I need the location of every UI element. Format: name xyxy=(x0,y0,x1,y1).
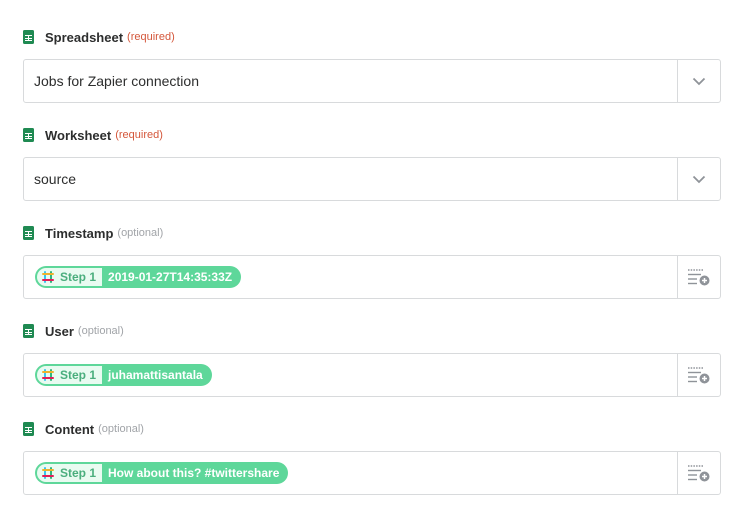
pill-step: Step 1 xyxy=(37,464,103,482)
insert-data-icon xyxy=(688,465,710,482)
insert-data-button[interactable] xyxy=(677,256,720,298)
field-label-row: Content (optional) xyxy=(23,420,721,438)
insert-data-button[interactable] xyxy=(677,452,720,494)
step-label: Step 1 xyxy=(60,270,97,284)
required-tag: (required) xyxy=(127,31,175,43)
insert-data-button[interactable] xyxy=(677,354,720,396)
slack-icon xyxy=(42,369,54,381)
field-user: User (optional) Step 1 juhamattisantala xyxy=(23,322,721,397)
chevron-down-icon xyxy=(692,175,706,183)
pill-step: Step 1 xyxy=(37,366,103,384)
optional-tag: (optional) xyxy=(98,423,144,435)
step-label: Step 1 xyxy=(60,368,97,382)
google-sheets-icon xyxy=(23,324,34,338)
pill-value: How about this? #twittershare xyxy=(108,466,280,480)
field-label-row: User (optional) xyxy=(23,322,721,340)
field-label-row: Spreadsheet (required) xyxy=(23,28,721,46)
mapped-value-pill[interactable]: Step 1 juhamattisantala xyxy=(35,364,212,386)
field-label: User xyxy=(45,323,74,339)
worksheet-select[interactable]: source xyxy=(23,157,721,201)
required-tag: (required) xyxy=(115,129,163,141)
field-label-row: Worksheet (required) xyxy=(23,126,721,144)
step-label: Step 1 xyxy=(60,466,97,480)
slack-icon xyxy=(42,271,54,283)
field-label: Timestamp xyxy=(45,225,114,241)
field-label: Worksheet xyxy=(45,127,112,143)
pill-step: Step 1 xyxy=(37,268,103,286)
field-content: Content (optional) Step 1 How about this… xyxy=(23,420,721,495)
field-label: Spreadsheet xyxy=(45,29,124,45)
pill-value: 2019-01-27T14:35:33Z xyxy=(108,270,233,284)
insert-data-icon xyxy=(688,367,710,384)
field-spreadsheet: Spreadsheet (required) Jobs for Zapier c… xyxy=(23,28,721,103)
select-value: Jobs for Zapier connection xyxy=(34,73,199,89)
user-input[interactable]: Step 1 juhamattisantala xyxy=(23,353,721,397)
dropdown-toggle-button[interactable] xyxy=(677,158,720,200)
pill-value: juhamattisantala xyxy=(108,368,203,382)
google-sheets-icon xyxy=(23,226,34,240)
field-worksheet: Worksheet (required) source xyxy=(23,126,721,201)
content-input[interactable]: Step 1 How about this? #twittershare xyxy=(23,451,721,495)
google-sheets-icon xyxy=(23,128,34,142)
google-sheets-icon xyxy=(23,30,34,44)
mapped-value-pill[interactable]: Step 1 How about this? #twittershare xyxy=(35,462,289,484)
slack-icon xyxy=(42,467,54,479)
mapped-value-pill[interactable]: Step 1 2019-01-27T14:35:33Z xyxy=(35,266,242,288)
insert-data-icon xyxy=(688,269,710,286)
spreadsheet-select[interactable]: Jobs for Zapier connection xyxy=(23,59,721,103)
optional-tag: (optional) xyxy=(117,227,164,239)
select-value: source xyxy=(34,171,77,187)
timestamp-input[interactable]: Step 1 2019-01-27T14:35:33Z xyxy=(23,255,721,299)
field-label-row: Timestamp (optional) xyxy=(23,224,721,242)
field-label: Content xyxy=(45,421,95,437)
chevron-down-icon xyxy=(692,77,706,85)
dropdown-toggle-button[interactable] xyxy=(677,60,720,102)
google-sheets-icon xyxy=(23,422,34,436)
field-timestamp: Timestamp (optional) Step 1 2019-01-27T1… xyxy=(23,224,721,299)
optional-tag: (optional) xyxy=(77,325,124,337)
